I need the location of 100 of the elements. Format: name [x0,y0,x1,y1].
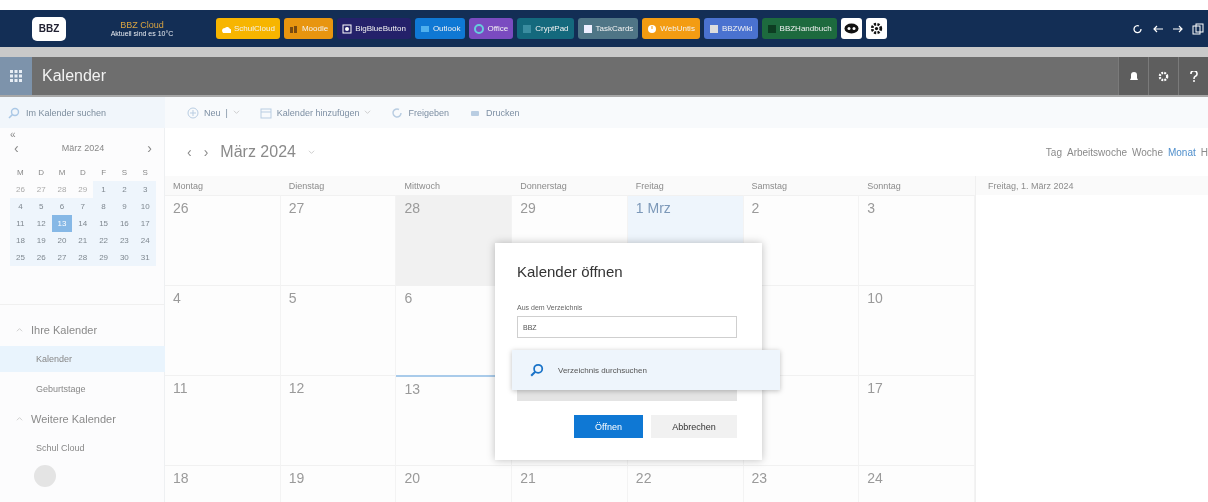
day-cell[interactable]: 22 [627,465,744,502]
settings-button[interactable] [865,18,887,39]
app-link[interactable]: TaskCards [577,18,639,39]
collapse-button[interactable]: « [0,128,20,140]
app-launcher-button[interactable] [0,57,32,95]
open-button[interactable]: Öffnen [574,415,643,438]
mini-calendar-day[interactable]: 7 [72,198,94,215]
toolbar-button[interactable]: Drucken [468,106,520,119]
calendar-group-header[interactable]: Ihre Kalender [0,317,104,342]
next-month-button[interactable]: › [147,140,152,156]
settings-icon [869,22,883,35]
mini-calendar-day[interactable]: 10 [134,198,156,215]
mini-calendar-day[interactable]: 26 [10,181,31,198]
app-link[interactable]: Moodle [283,18,334,39]
mini-calendar-day[interactable]: 29 [93,249,114,266]
day-cell[interactable]: 12 [280,375,397,465]
mini-calendar-day[interactable]: 4 [10,198,31,215]
view-tab[interactable]: Monat [1167,146,1196,158]
mini-calendar-day[interactable]: 8 [93,198,114,215]
calendar-item[interactable]: Kalender [0,346,165,372]
weekday-label: D [37,167,46,179]
previous-month-button[interactable]: ‹ [14,140,19,156]
view-tab[interactable]: Arbeitswoche [1067,146,1127,158]
mini-calendar-day[interactable]: 24 [134,232,156,249]
chevron-icon [232,109,240,116]
mini-calendar-day[interactable]: 11 [10,215,31,232]
app-link[interactable]: BBZWiki [703,18,758,39]
search-directory-option[interactable]: Verzeichnis durchsuchen [512,350,780,390]
day-cell[interactable]: 21 [512,465,628,502]
mini-calendar-day[interactable]: 22 [93,232,114,249]
day-cell[interactable]: 23 [743,465,860,502]
mini-calendar-day[interactable]: 17 [134,215,156,232]
app-link[interactable]: BigBlueButton [337,18,411,39]
mini-calendar-day[interactable]: 20 [51,232,73,249]
mini-calendar-day[interactable]: 16 [114,215,135,232]
weekday-label: M [16,167,25,179]
settings-icon [1158,70,1169,82]
mini-calendar-day[interactable]: 14 [72,215,94,232]
notifications-button[interactable] [1118,57,1148,95]
app-icon-button[interactable] [840,18,862,39]
mini-calendar-day[interactable]: 15 [93,215,114,232]
day-cell[interactable]: 20 [396,465,513,502]
calendar-group-header[interactable]: Weitere Kalender [0,406,122,431]
mini-calendar-day[interactable]: 18 [10,232,31,249]
mini-calendar-day[interactable]: 27 [30,181,52,198]
view-tab[interactable]: Woche [1132,146,1163,158]
mini-calendar-day[interactable]: 6 [51,198,73,215]
mini-calendar-day[interactable]: 31 [134,249,156,266]
mini-calendar-day[interactable]: 26 [30,249,52,266]
mini-calendar-day[interactable]: 28 [51,181,73,198]
copy-icon[interactable] [1192,22,1204,35]
mini-calendar-day[interactable]: 27 [51,249,73,266]
bars-icon [288,23,299,34]
mini-calendar-day[interactable]: 1 [93,181,114,198]
day-cell[interactable]: 19 [280,465,397,502]
cancel-button[interactable]: Abbrechen [651,415,737,438]
search-icon [8,106,20,119]
next-button[interactable]: › [203,144,209,160]
mini-calendar-day[interactable]: 28 [72,249,94,266]
day-cell[interactable]: 5 [280,285,397,375]
logo[interactable]: BBZ [32,16,66,41]
mini-calendar-day[interactable]: 12 [30,215,52,232]
day-cell[interactable]: 11 [165,375,281,465]
help-icon [1189,70,1198,82]
square-icon [342,23,353,34]
calendar-item[interactable]: Schul Cloud [0,435,165,461]
weekday-label: D [78,167,87,179]
view-tab[interactable]: H [1200,146,1208,158]
day-cell[interactable]: 18 [165,465,281,502]
search-field[interactable]: Im Kalender suchen [0,97,165,128]
app-link[interactable]: Office [469,18,514,39]
mini-calendar-day[interactable]: 3 [134,181,156,198]
calendar-item[interactable]: Geburtstage [0,376,165,402]
reload-icon[interactable] [1132,22,1144,35]
mini-calendar-day[interactable]: 19 [30,232,52,249]
toolbar-button[interactable]: Freigeben [391,106,449,119]
view-tab[interactable]: Tag [1045,146,1062,158]
app-link[interactable]: CryptPad [517,18,574,39]
day-cell[interactable]: 4 [165,285,281,375]
app-link[interactable]: Outlook [414,18,466,39]
app-link[interactable]: BBZHandbuch [761,18,837,39]
previous-button[interactable]: ‹ [187,144,192,160]
mini-calendar-day[interactable]: 21 [72,232,94,249]
mini-calendar-day[interactable]: 29 [72,181,94,198]
day-cell[interactable]: 28 [396,195,513,285]
mini-calendar-day[interactable]: 23 [114,232,135,249]
mini-calendar-day[interactable]: 30 [114,249,135,266]
weekday-label: M [57,167,67,179]
calendar-icon [259,106,272,119]
day-cell[interactable]: 26 [165,195,281,285]
mini-calendar-day[interactable]: 2 [114,181,135,198]
mini-calendar-day[interactable]: 9 [114,198,135,215]
toolbar-button[interactable]: Kalender hinzufügen [259,106,372,119]
mini-calendar-day[interactable]: 25 [10,249,31,266]
mini-calendar-day[interactable]: 5 [30,198,52,215]
toolbar-button[interactable]: Neu | [187,106,240,119]
app-link[interactable]: WebUntis [642,18,700,39]
month-title[interactable]: März 2024 [220,143,296,161]
mini-calendar-day[interactable]: 13 [51,215,73,232]
help-button[interactable] [1178,57,1208,95]
